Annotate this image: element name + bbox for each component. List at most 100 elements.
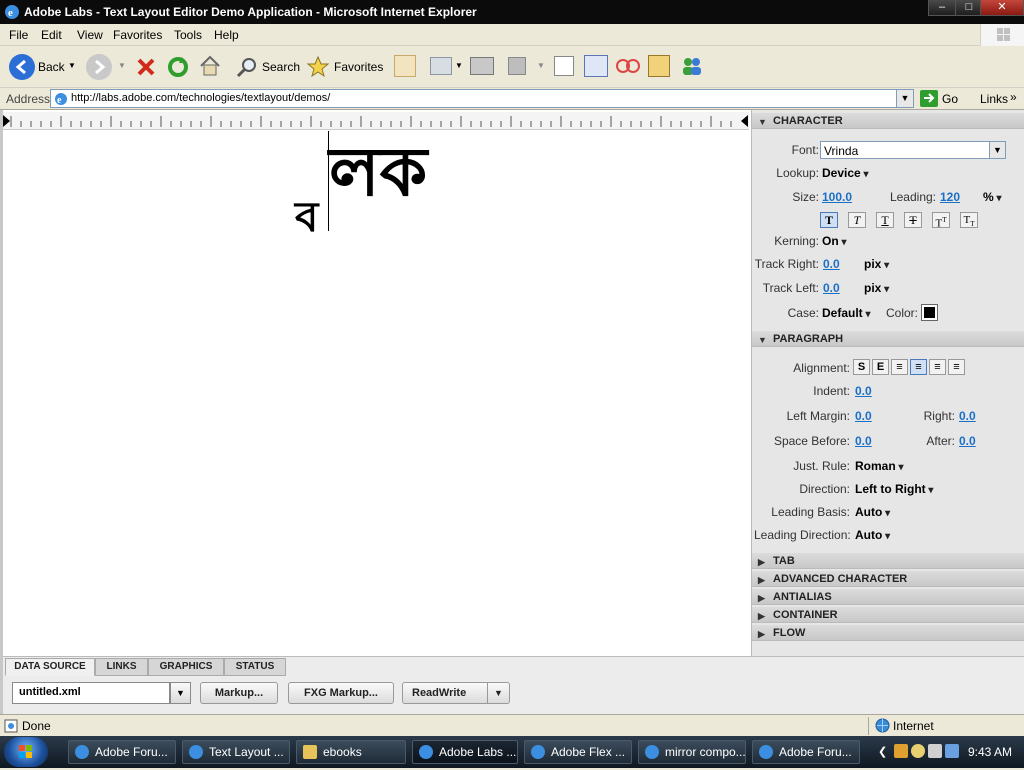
track-left-unit-select[interactable]: pix <box>864 281 889 295</box>
file-dropdown-icon[interactable]: ▼ <box>170 682 191 704</box>
size-value[interactable]: 100.0 <box>822 190 852 204</box>
back-dropdown-icon[interactable]: ▼ <box>68 61 76 70</box>
search-icon[interactable] <box>235 55 259 79</box>
tray-expand-icon[interactable]: ❮ <box>878 745 887 758</box>
track-right-unit-select[interactable]: pix <box>864 257 889 271</box>
messenger-icon[interactable] <box>680 55 704 77</box>
lookup-select[interactable]: Device <box>822 166 869 180</box>
align-end-button[interactable]: E <box>872 359 889 375</box>
character-section-header[interactable]: ▼ CHARACTER <box>752 113 1024 129</box>
back-button-label[interactable]: Back <box>38 60 65 74</box>
tab-data-source[interactable]: DATA SOURCE <box>5 658 95 676</box>
bengali-text-fragment[interactable]: ব <box>295 195 318 239</box>
links-chevron-icon[interactable]: » <box>1010 90 1017 104</box>
align-start-button[interactable]: S <box>853 359 870 375</box>
back-arrow-icon[interactable] <box>9 54 35 80</box>
history-icon[interactable] <box>394 55 416 77</box>
task-adobe-labs[interactable]: Adobe Labs ... <box>412 740 518 764</box>
leading-direction-select[interactable]: Auto <box>855 528 890 542</box>
align-right-icon[interactable]: ≡ <box>929 359 946 375</box>
leading-unit-select[interactable]: % <box>983 190 1001 204</box>
menu-tools[interactable]: Tools <box>174 28 202 42</box>
font-select[interactable]: Vrinda ▼ <box>820 141 1006 159</box>
indent-value[interactable]: 0.0 <box>855 384 872 398</box>
readwrite-select[interactable]: ReadWrite ▼ <box>402 682 510 704</box>
color-swatch[interactable] <box>921 304 938 321</box>
task-ebooks[interactable]: ebooks <box>296 740 406 764</box>
align-center-icon[interactable]: ≡ <box>910 359 927 375</box>
close-button[interactable]: ✕ <box>980 0 1024 16</box>
ruler[interactable] <box>3 112 749 130</box>
paragraph-section-header[interactable]: ▼ PARAGRAPH <box>752 331 1024 347</box>
menu-help[interactable]: Help <box>214 28 239 42</box>
edit-icon[interactable] <box>508 57 526 75</box>
forward-dropdown-icon[interactable]: ▼ <box>118 61 126 70</box>
font-dropdown-icon[interactable]: ▼ <box>989 142 1005 158</box>
leading-value[interactable]: 120 <box>940 190 960 204</box>
favorites-star-icon[interactable] <box>306 55 330 79</box>
fxg-markup-button[interactable]: FXG Markup... <box>288 682 394 704</box>
links-button[interactable]: Links <box>980 92 1008 106</box>
menu-file[interactable]: File <box>9 28 28 42</box>
flow-section-header[interactable]: ▶ FLOW <box>752 625 1024 641</box>
address-url[interactable]: http://labs.adobe.com/technologies/textl… <box>71 92 330 104</box>
go-button[interactable]: Go <box>942 92 958 106</box>
address-dropdown-icon[interactable]: ▼ <box>896 89 914 108</box>
container-section-header[interactable]: ▶ CONTAINER <box>752 607 1024 623</box>
menu-favorites[interactable]: Favorites <box>113 28 162 42</box>
left-margin-value[interactable]: 0.0 <box>855 409 872 423</box>
style-bold-button[interactable]: T <box>820 212 838 228</box>
tool-icon[interactable] <box>648 55 670 77</box>
task-adobe-forums-2[interactable]: Adobe Foru... <box>752 740 860 764</box>
forward-arrow-icon[interactable] <box>86 54 112 80</box>
style-superscript-button[interactable]: TT <box>932 212 950 230</box>
search-button-label[interactable]: Search <box>262 60 300 74</box>
style-italic-button[interactable]: T <box>848 212 866 228</box>
menu-edit[interactable]: Edit <box>41 28 62 42</box>
style-underline-button[interactable]: T <box>876 212 894 228</box>
edit-dropdown-icon[interactable]: ▼ <box>537 61 545 70</box>
task-mirror-component[interactable]: mirror compo... <box>638 740 746 764</box>
clock[interactable]: 9:43 AM <box>968 745 1012 759</box>
tab-section-header[interactable]: ▶ TAB <box>752 553 1024 569</box>
menu-view[interactable]: View <box>77 28 103 42</box>
task-adobe-forums-1[interactable]: Adobe Foru... <box>68 740 176 764</box>
tray-network-icon[interactable] <box>945 744 959 758</box>
task-text-layout[interactable]: Text Layout ... <box>182 740 290 764</box>
discuss-icon[interactable] <box>554 56 574 76</box>
mail-dropdown-icon[interactable]: ▼ <box>455 61 463 70</box>
print-icon[interactable] <box>470 57 494 75</box>
leading-basis-select[interactable]: Auto <box>855 505 890 519</box>
messenger-link-icon[interactable] <box>615 55 641 77</box>
track-right-value[interactable]: 0.0 <box>823 257 840 271</box>
style-subscript-button[interactable]: TT <box>960 212 978 228</box>
kerning-select[interactable]: On <box>822 234 846 248</box>
markup-button[interactable]: Markup... <box>200 682 278 704</box>
home-icon[interactable] <box>198 54 222 78</box>
style-strikethrough-button[interactable]: T <box>904 212 922 228</box>
refresh-icon[interactable] <box>166 55 190 79</box>
favorites-button-label[interactable]: Favorites <box>334 60 383 74</box>
direction-select[interactable]: Left to Right <box>855 482 933 496</box>
space-before-value[interactable]: 0.0 <box>855 434 872 448</box>
case-select[interactable]: Default <box>822 306 870 320</box>
file-combo-input[interactable]: untitled.xml <box>12 682 170 704</box>
tray-volume-icon[interactable] <box>928 744 942 758</box>
minimize-button[interactable]: – <box>928 0 956 16</box>
stop-icon[interactable] <box>135 56 157 78</box>
advanced-character-section-header[interactable]: ▶ ADVANCED CHARACTER <box>752 571 1024 587</box>
start-button[interactable] <box>4 737 48 767</box>
align-left-icon[interactable]: ≡ <box>891 359 908 375</box>
address-input[interactable]: e http://labs.adobe.com/technologies/tex… <box>50 89 914 108</box>
antialias-section-header[interactable]: ▶ ANTIALIAS <box>752 589 1024 605</box>
task-adobe-flex[interactable]: Adobe Flex ... <box>524 740 632 764</box>
research-icon[interactable] <box>584 55 608 77</box>
track-left-value[interactable]: 0.0 <box>823 281 840 295</box>
tray-messenger-icon[interactable] <box>911 744 925 758</box>
maximize-button[interactable]: □ <box>955 0 983 16</box>
space-after-value[interactable]: 0.0 <box>959 434 976 448</box>
tray-app-icon[interactable] <box>894 744 908 758</box>
readwrite-dropdown-icon[interactable]: ▼ <box>487 683 509 703</box>
right-margin-value[interactable]: 0.0 <box>959 409 976 423</box>
just-rule-select[interactable]: Roman <box>855 459 903 473</box>
